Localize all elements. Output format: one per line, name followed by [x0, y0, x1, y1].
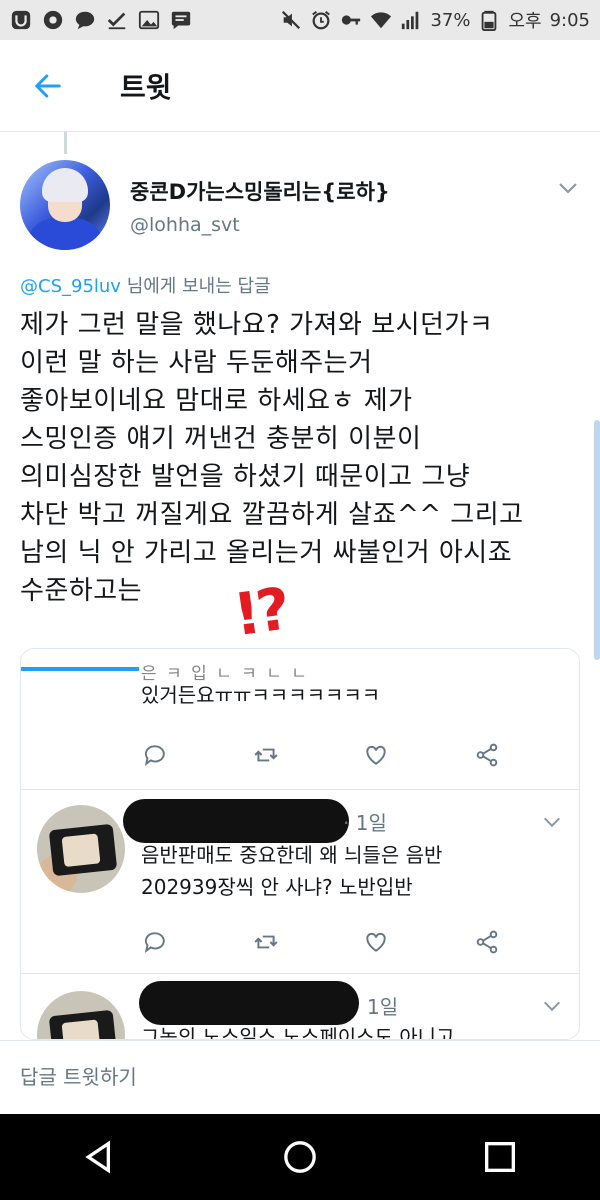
chevron-down-icon[interactable]: [541, 995, 563, 1017]
status-time: 9:05: [549, 9, 590, 31]
recents-nav-button[interactable]: [476, 1133, 524, 1181]
action-bar: [141, 928, 501, 956]
author-handle[interactable]: @lohha_svt: [130, 214, 240, 236]
back-button[interactable]: [16, 54, 80, 118]
reply-line: 그놈의 노스일스 노스페이스도 아니고: [141, 1025, 455, 1040]
tweet-line: 차단 박고 꺼질게요 깔끔하게 살죠^^ 그리고: [20, 500, 524, 530]
reply-text: 그놈의 노스일스 노스페이스도 아니고: [141, 1021, 455, 1040]
reply-time: · 1일: [343, 811, 387, 835]
status-bar: 37% 오후 9:05: [0, 0, 600, 40]
home-nav-button[interactable]: [276, 1133, 324, 1181]
circle-home-icon: [284, 1141, 316, 1173]
card-progress-bar: [21, 667, 139, 671]
retweet-icon[interactable]: [252, 928, 280, 956]
chevron-down-icon[interactable]: [556, 176, 580, 200]
tweet-line: 이런 말 하는 사람 두둔해주는거: [20, 348, 373, 378]
embedded-image[interactable]: 은 ㅋ 입 ㄴ ㅋ ㄴ ㄴ 있거든요ㅠㅠㅋㅋㅋㅋㅋㅋㅋ · 1일 음반판매도 중…: [20, 648, 580, 1040]
tweet-line: 제가 그런 말을 했나요? 가져와 보시던가ㅋ: [20, 310, 494, 340]
thread-line: [64, 132, 67, 154]
redacted-name: [123, 799, 349, 843]
header: 트윗: [0, 40, 600, 132]
navigation-bar: [0, 1114, 600, 1200]
share-icon[interactable]: [473, 741, 501, 769]
tweet-line: 수준하고는: [20, 576, 143, 606]
reply-text: 음반판매도 중요한데 왜 늬들은 음반 202939장씩 안 사냐? 노반입반: [141, 839, 442, 903]
key-icon: [340, 9, 362, 31]
mute-icon: [280, 9, 302, 31]
author-name[interactable]: 중콘D가는스밍돌리는{로하}: [130, 176, 390, 206]
signal-icon: [400, 9, 422, 31]
like-icon[interactable]: [362, 928, 390, 956]
record-icon: [42, 9, 64, 31]
divider: [21, 973, 579, 974]
tweet-line: 의미심장한 발언을 하셨기 때문이고 그냥: [20, 462, 471, 492]
share-icon[interactable]: [473, 928, 501, 956]
reply-to-suffix: 님에게 보내는 답글: [120, 276, 271, 297]
triangle-back-icon: [85, 1140, 110, 1174]
back-arrow-icon: [35, 74, 61, 97]
retweet-icon[interactable]: [252, 741, 280, 769]
battery-percent: 37%: [430, 9, 471, 31]
reply-input[interactable]: 답글 트윗하기: [20, 1061, 137, 1090]
tweet-text: 제가 그런 말을 했나요? 가져와 보시던가ㅋ 이런 말 하는 사람 두둔해주는…: [20, 306, 580, 610]
back-nav-button[interactable]: [76, 1133, 124, 1181]
reply-to-mention[interactable]: @CS_95luv: [20, 276, 121, 297]
action-bar: [141, 741, 501, 769]
chat-icon: [74, 9, 96, 31]
tweet-line: 스밍인증 얘기 꺼낸건 충분히 이분이: [20, 424, 422, 454]
scrollbar[interactable]: [594, 420, 600, 660]
tweet-line: 남의 닉 안 가리고 올리는거 싸불인거 아시죠: [20, 538, 513, 568]
page-title: 트윗: [120, 70, 172, 104]
tweet-line: 좋아보이네요 맘대로 하세요ㅎ 제가: [20, 386, 413, 416]
battery-icon: [478, 9, 500, 31]
check-icon: [106, 9, 128, 31]
list-item[interactable]: 1일 그놈의 노스일스 노스페이스도 아니고: [21, 979, 579, 1040]
message-icon: [170, 9, 192, 31]
interrobang-sticker: !?: [229, 574, 291, 650]
tweet-author: 중콘D가는스밍돌리는{로하} @lohha_svt: [20, 160, 580, 252]
chevron-down-icon[interactable]: [541, 811, 563, 833]
reply-text: 있거든요ㅠㅠㅋㅋㅋㅋㅋㅋㅋ: [141, 683, 381, 707]
reply-to-label: @CS_95luv 님에게 보내는 답글: [20, 272, 271, 298]
avatar[interactable]: [20, 160, 110, 250]
redacted-name: [139, 981, 359, 1025]
reply-time: 1일: [367, 995, 399, 1019]
status-ampm: 오후: [508, 11, 542, 32]
reply-line: 음반판매도 중요한데 왜 늬들은 음반: [141, 843, 443, 867]
divider: [21, 789, 579, 790]
image-icon: [138, 9, 160, 31]
reply-icon[interactable]: [141, 928, 169, 956]
compose-bar: 답글 트윗하기: [0, 1040, 600, 1114]
app-icon: [10, 9, 32, 31]
alarm-icon: [310, 9, 332, 31]
square-recents-icon: [485, 1142, 515, 1172]
avatar[interactable]: [37, 805, 125, 893]
wifi-icon: [370, 9, 392, 31]
avatar[interactable]: [37, 991, 125, 1039]
reply-line: 202939장씩 안 사냐? 노반입반: [141, 875, 413, 899]
reply-icon[interactable]: [141, 741, 169, 769]
like-icon[interactable]: [362, 741, 390, 769]
